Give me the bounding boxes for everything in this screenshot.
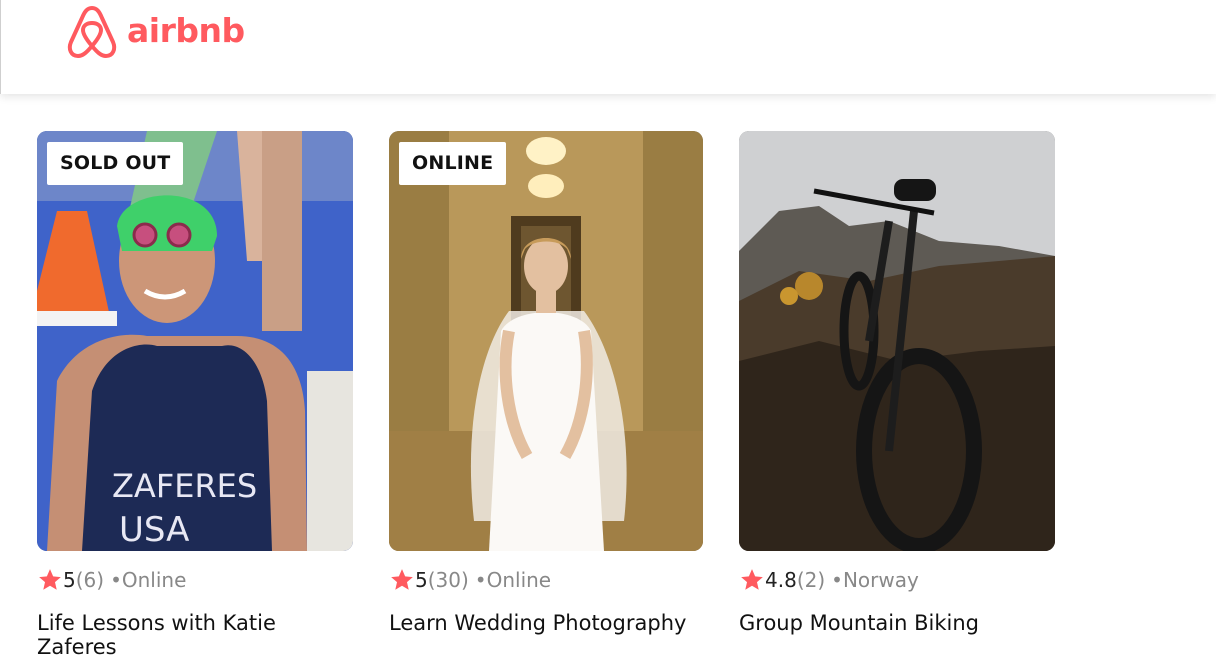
experience-card-3[interactable]: 4.8 (2) • Norway Group Mountain Biking bbox=[739, 131, 1055, 635]
review-count: (30) bbox=[427, 568, 469, 592]
review-count: (2) bbox=[796, 568, 826, 592]
card-stats: 5 (30) • Online bbox=[389, 567, 703, 593]
experience-card-2[interactable]: ONLINE 5 (30) • Online Learn Wedding Pho… bbox=[389, 131, 703, 635]
star-icon bbox=[389, 567, 415, 593]
status-badge: ONLINE bbox=[399, 142, 507, 185]
top-navbar: airbnb bbox=[0, 0, 1216, 94]
card-stats: 4.8 (2) • Norway bbox=[739, 567, 1055, 593]
separator-dot: • bbox=[110, 568, 122, 592]
experience-card-1[interactable]: ZAFERES USA SOLD OUT 5 (6) • Online Life… bbox=[37, 131, 353, 659]
experience-photo-swimmer[interactable]: ZAFERES USA SOLD OUT bbox=[37, 131, 353, 551]
review-count: (6) bbox=[75, 568, 105, 592]
rating-value: 5 bbox=[63, 568, 76, 592]
separator-dot: • bbox=[474, 568, 487, 592]
rating-value: 4.8 bbox=[765, 568, 797, 592]
star-icon bbox=[739, 567, 765, 593]
experience-title[interactable]: Life Lessons with Katie Zaferes bbox=[37, 611, 337, 659]
airbnb-belo-icon bbox=[67, 6, 117, 58]
experience-photo-bike[interactable] bbox=[739, 131, 1055, 551]
rating-value: 5 bbox=[415, 568, 428, 592]
separator-dot: • bbox=[831, 568, 843, 592]
location-label: Online bbox=[486, 568, 552, 592]
bride-photo-scene bbox=[389, 131, 703, 551]
brand-name: airbnb bbox=[127, 10, 245, 50]
jersey-text-country: USA bbox=[119, 510, 189, 550]
jersey-text-name: ZAFERES bbox=[112, 467, 257, 505]
experience-title[interactable]: Group Mountain Biking bbox=[739, 611, 1039, 635]
experience-title[interactable]: Learn Wedding Photography bbox=[389, 611, 689, 635]
experience-photo-bride[interactable]: ONLINE bbox=[389, 131, 703, 551]
mountain-bike-photo-scene bbox=[739, 131, 1055, 551]
card-stats: 5 (6) • Online bbox=[37, 567, 353, 593]
status-badge: SOLD OUT bbox=[47, 142, 184, 185]
location-label: Online bbox=[121, 568, 187, 592]
swimmer-photo-scene: ZAFERES USA bbox=[37, 131, 353, 551]
star-icon bbox=[37, 567, 63, 593]
airbnb-logo[interactable]: airbnb bbox=[65, 4, 245, 60]
location-label: Norway bbox=[842, 568, 919, 592]
